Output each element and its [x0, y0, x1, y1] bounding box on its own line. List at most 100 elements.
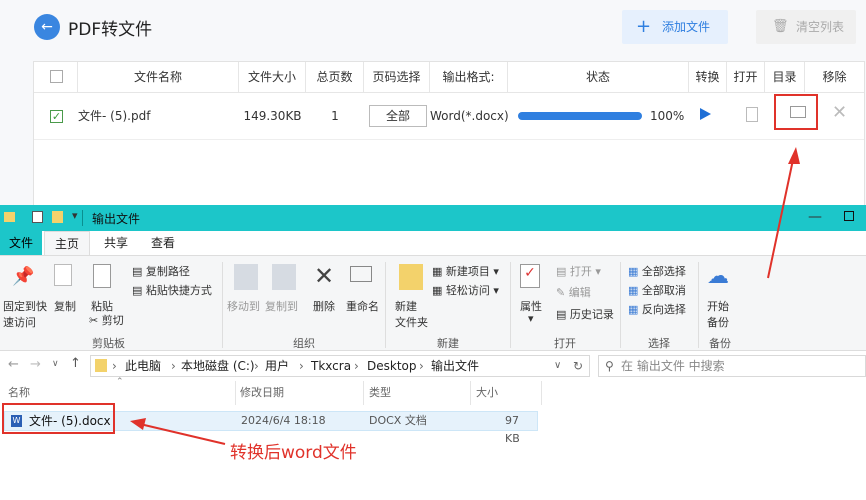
search-input[interactable]: 在 输出文件 中搜索: [621, 356, 725, 376]
col-filename: 文件名称: [78, 62, 239, 92]
cut-button[interactable]: ✂ 剪切: [89, 312, 124, 328]
folder-icon: [95, 359, 107, 372]
start-backup-button[interactable]: 开始 备份: [707, 298, 729, 330]
chevron-down-icon[interactable]: ▾: [528, 312, 534, 325]
add-file-button[interactable]: + 添加文件: [622, 10, 728, 44]
back-arrow-icon[interactable]: ←: [8, 357, 19, 372]
arrow-left-icon: ←: [41, 19, 53, 35]
history-label: 历史记录: [569, 308, 614, 321]
invert-selection-label: 反向选择: [641, 303, 686, 316]
breadcrumb-local-disk[interactable]: 本地磁盘 (C:): [181, 356, 255, 376]
breadcrumb-users[interactable]: 用户: [265, 356, 289, 376]
progress-bar: [518, 112, 642, 120]
clear-list-button[interactable]: 🗑 清空列表: [756, 10, 856, 44]
converter-app: ← PDF转文件 + 添加文件 🗑 清空列表 文件名称 文件大小 总页数 页码选…: [0, 0, 866, 205]
tab-file[interactable]: 文件: [0, 231, 42, 255]
select-none-icon: ▦: [628, 284, 642, 297]
chevron-down-icon[interactable]: ∨: [52, 359, 59, 369]
file-size: 97 KB: [505, 414, 520, 445]
col-directory: 目录: [765, 62, 805, 92]
chevron-down-icon[interactable]: ∨: [554, 356, 561, 376]
invert-selection-button[interactable]: ▦ 反向选择: [628, 301, 686, 317]
checkmark-icon[interactable]: [32, 211, 43, 223]
history-button[interactable]: ▤ 历史记录: [556, 306, 614, 322]
delete-icon: ✕: [314, 262, 335, 290]
move-to-button[interactable]: 移动到: [227, 298, 260, 314]
col-filesize: 文件大小: [239, 62, 306, 92]
ribbon-separator: [698, 262, 699, 348]
tab-share[interactable]: 共享: [104, 231, 128, 255]
edit-button[interactable]: ✎ 编辑: [556, 284, 591, 300]
tab-view[interactable]: 查看: [151, 231, 175, 255]
invert-selection-icon: ▦: [628, 303, 642, 316]
copy-to-icon: [272, 264, 296, 290]
document-icon[interactable]: [746, 107, 758, 122]
refresh-icon[interactable]: ↻: [573, 356, 583, 376]
easy-access-button[interactable]: ▦ 轻松访问 ▾: [432, 282, 499, 298]
paste-shortcut-icon: ▤: [132, 284, 146, 297]
file-date: 2024/6/4 18:18: [241, 414, 326, 427]
edit-label: 编辑: [568, 286, 591, 299]
chevron-right-icon: ›: [419, 359, 424, 373]
row-format[interactable]: Word(*.docx): [430, 93, 509, 139]
new-group-label: 新建: [437, 337, 459, 350]
col-page-select: 页码选择: [364, 62, 430, 92]
divider: [82, 210, 83, 226]
minimize-icon[interactable]: —: [808, 209, 822, 225]
breadcrumb-desktop[interactable]: Desktop: [367, 356, 417, 376]
address-bar[interactable]: › 此电脑 › 本地磁盘 (C:) › 用户 › Tkxcra › Deskto…: [90, 355, 590, 377]
back-button[interactable]: ←: [34, 14, 60, 40]
select-none-label: 全部取消: [641, 284, 686, 297]
ribbon: 📌 固定到快 速访问 复制 粘贴 ▤ 复制路径 ▤ 粘贴快捷方式 ✂ 剪切 剪贴板…: [0, 255, 866, 351]
maximize-icon[interactable]: [844, 211, 854, 221]
pin-quick-access-button[interactable]: 固定到快 速访问: [3, 298, 47, 330]
delete-button[interactable]: 删除: [313, 298, 335, 314]
row-checkbox[interactable]: ✓: [50, 110, 63, 123]
copy-path-button[interactable]: ▤ 复制路径: [132, 263, 190, 279]
cloud-upload-icon: ☁: [707, 264, 729, 289]
new-item-button[interactable]: ▦ 新建项目 ▾: [432, 263, 499, 279]
file-highlight: [2, 403, 115, 434]
copy-button[interactable]: 复制: [54, 298, 76, 314]
file-table: 文件名称 文件大小 总页数 页码选择 输出格式: 状态 转换 打开 目录 移除 …: [33, 61, 865, 205]
close-icon[interactable]: ✕: [832, 102, 847, 123]
easy-access-icon: ▦: [432, 284, 446, 297]
scissors-icon: ✂: [89, 314, 99, 327]
select-none-button[interactable]: ▦ 全部取消: [628, 282, 686, 298]
select-all-checkbox[interactable]: [50, 70, 63, 83]
page-select-button[interactable]: 全部: [369, 105, 427, 127]
folder-icon[interactable]: [790, 106, 806, 118]
forward-arrow-icon[interactable]: →: [30, 357, 41, 372]
copy-icon: [54, 264, 72, 286]
up-arrow-icon[interactable]: ↑: [70, 356, 81, 371]
new-folder-button[interactable]: 新建 文件夹: [395, 298, 428, 330]
header-select-all[interactable]: [34, 62, 78, 92]
easy-access-label: 轻松访问: [445, 284, 490, 297]
rename-button[interactable]: 重命名: [346, 298, 379, 314]
sort-arrow-icon: ⌃: [116, 377, 124, 387]
search-box[interactable]: ⚲ 在 输出文件 中搜索: [598, 355, 866, 377]
ribbon-separator: [620, 262, 621, 348]
play-icon[interactable]: [700, 108, 711, 120]
select-all-label: 全部选择: [641, 265, 686, 278]
file-type: DOCX 文档: [369, 414, 427, 427]
copy-to-button[interactable]: 复制到: [265, 298, 298, 314]
col-size[interactable]: 大小: [476, 381, 542, 405]
chevron-right-icon: ›: [171, 359, 176, 373]
folder-icon[interactable]: [52, 211, 63, 223]
paste-shortcut-button[interactable]: ▤ 粘贴快捷方式: [132, 282, 212, 298]
address-row: ← → ∨ ↑ › 此电脑 › 本地磁盘 (C:) › 用户 › Tkxcra …: [0, 351, 866, 381]
tab-home[interactable]: 主页: [44, 231, 90, 255]
annotation-label: 转换后word文件: [230, 443, 357, 463]
col-modified[interactable]: 修改日期: [240, 381, 364, 405]
organize-group-label: 组织: [293, 337, 315, 350]
breadcrumb-output[interactable]: 输出文件: [431, 356, 479, 376]
directory-highlight: [774, 94, 818, 130]
select-all-button[interactable]: ▦ 全部选择: [628, 263, 686, 279]
chevron-down-icon[interactable]: ▾: [72, 209, 78, 222]
add-file-label: 添加文件: [662, 20, 711, 34]
col-type[interactable]: 类型: [369, 381, 471, 405]
breadcrumb-this-pc[interactable]: 此电脑: [125, 356, 161, 376]
open-button[interactable]: ▤ 打开 ▾: [556, 263, 601, 279]
breadcrumb-user[interactable]: Tkxcra: [311, 356, 351, 376]
